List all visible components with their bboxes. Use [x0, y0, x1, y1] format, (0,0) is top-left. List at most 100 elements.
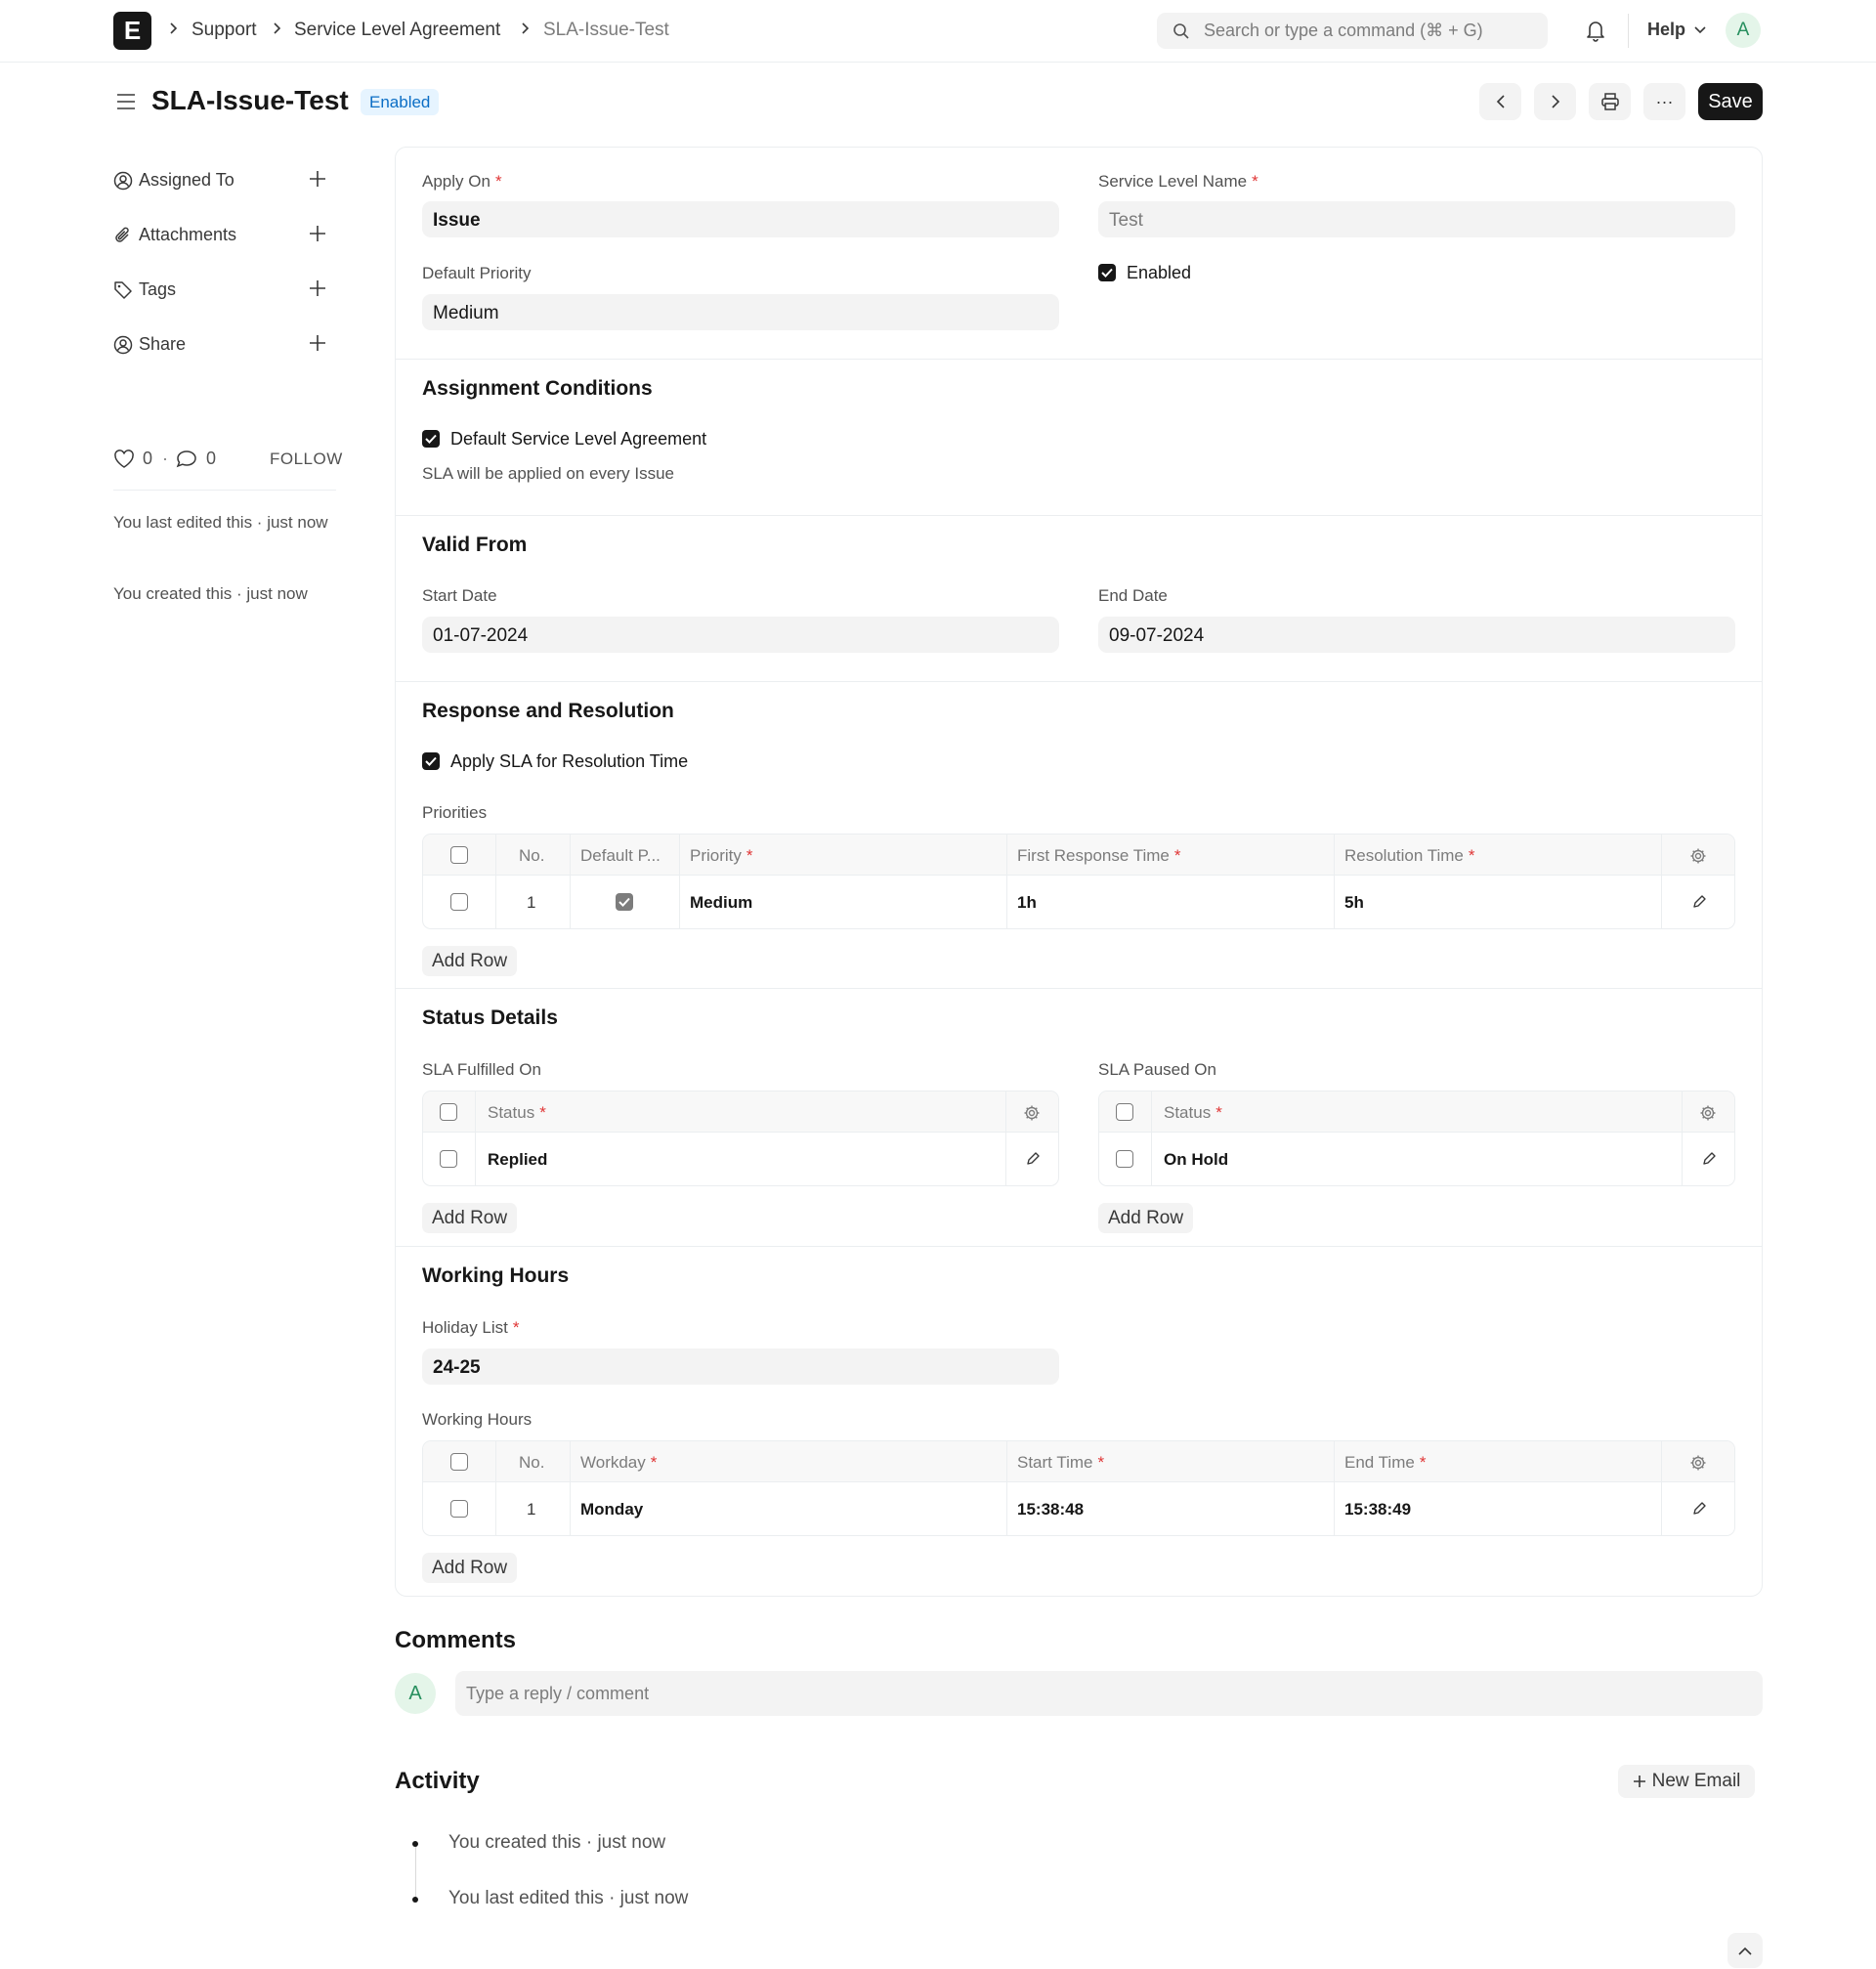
select-all-checkbox[interactable] — [1116, 1103, 1133, 1121]
search-placeholder: Search or type a command (⌘ + G) — [1204, 21, 1483, 40]
status-badge: Enabled — [361, 89, 440, 115]
next-record-button[interactable] — [1534, 83, 1576, 120]
sidebar-item-label: Assigned To — [139, 170, 234, 190]
like-count: 0 — [143, 449, 153, 468]
select-all-checkbox[interactable] — [440, 1103, 457, 1121]
previous-record-button[interactable] — [1479, 83, 1521, 120]
search-icon — [1173, 23, 1189, 39]
service-level-name-field[interactable]: Test — [1098, 201, 1735, 237]
edit-icon[interactable] — [1025, 1151, 1041, 1167]
apply-on-label: Apply On * — [422, 172, 502, 191]
priority-cell[interactable]: Medium — [690, 893, 752, 913]
add-row-button-working-hours[interactable]: Add Row — [422, 1553, 518, 1583]
default-priority-field[interactable]: Medium — [422, 294, 1059, 330]
select-all-checkbox[interactable] — [450, 1453, 468, 1471]
timeline-dot — [412, 1897, 418, 1903]
end-date-field[interactable]: 09-07-2024 — [1098, 617, 1735, 653]
breadcrumb-service-level-agreement[interactable]: Service Level Agreement — [294, 20, 500, 41]
user-avatar[interactable]: A — [1726, 13, 1761, 48]
sidebar-item-share[interactable]: Share — [113, 330, 338, 360]
scroll-to-top-button[interactable] — [1727, 1933, 1763, 1968]
bell-icon[interactable] — [1585, 19, 1606, 42]
comments-title: Comments — [395, 1627, 517, 1653]
plus-icon — [1633, 1776, 1645, 1787]
row-checkbox[interactable] — [440, 1150, 457, 1168]
breadcrumb-support[interactable]: Support — [192, 20, 257, 41]
holiday-list-field[interactable]: 24-25 — [422, 1348, 1059, 1385]
default-priority-checkbox[interactable] — [616, 893, 633, 911]
edit-icon[interactable] — [1691, 894, 1707, 910]
start-time-cell[interactable]: 15:38:48 — [1017, 1500, 1084, 1520]
follow-button[interactable]: FOLLOW — [270, 449, 343, 469]
app-logo[interactable]: E — [113, 12, 151, 50]
comment-count: 0 — [206, 449, 217, 468]
sidebar-item-assigned-to[interactable]: Assigned To — [113, 166, 338, 195]
holiday-list-label: Holiday List * — [422, 1318, 520, 1337]
gear-icon[interactable] — [1699, 1104, 1717, 1122]
row-checkbox[interactable] — [1116, 1150, 1133, 1168]
gear-icon[interactable] — [1023, 1104, 1041, 1122]
chevron-right-icon — [170, 22, 178, 34]
priorities-label: Priorities — [422, 803, 488, 822]
new-email-button[interactable]: New Email — [1618, 1765, 1755, 1798]
apply-sla-resolution-checkbox[interactable] — [422, 752, 440, 770]
plus-icon[interactable] — [309, 334, 326, 352]
plus-icon[interactable] — [309, 225, 326, 242]
sla-fulfilled-on-label: SLA Fulfilled On — [422, 1060, 541, 1079]
status-cell[interactable]: On Hold — [1164, 1150, 1228, 1170]
start-date-field[interactable]: 01-07-2024 — [422, 617, 1059, 653]
save-button[interactable]: Save — [1698, 83, 1763, 120]
sidebar-item-label: Attachments — [139, 225, 237, 244]
select-all-checkbox[interactable] — [450, 846, 468, 864]
column-header-end-time: End Time * — [1344, 1453, 1427, 1472]
plus-icon[interactable] — [309, 279, 326, 297]
gear-icon[interactable] — [1689, 1454, 1707, 1472]
column-header-resolution-time: Resolution Time * — [1344, 846, 1475, 865]
breadcrumb-current: SLA-Issue-Test — [543, 20, 669, 40]
assign-icon — [113, 171, 133, 191]
working-hours-table-label: Working Hours — [422, 1410, 533, 1429]
enabled-checkbox[interactable] — [1098, 264, 1116, 281]
add-row-button-fulfilled[interactable]: Add Row — [422, 1203, 518, 1233]
column-header-status: Status * — [1164, 1103, 1222, 1122]
row-checkbox[interactable] — [450, 893, 468, 911]
search-input[interactable]: Search or type a command (⌘ + G) — [1157, 13, 1548, 49]
end-date-label: End Date — [1098, 586, 1168, 605]
section-divider — [396, 359, 1762, 360]
sidebar-item-attachments[interactable]: Attachments — [113, 221, 338, 250]
add-row-button-paused[interactable]: Add Row — [1098, 1203, 1194, 1233]
top-navbar: E Support Service Level Agreement SLA-Is… — [0, 0, 1876, 63]
status-cell[interactable]: Replied — [488, 1150, 547, 1170]
row-number: 1 — [527, 1500, 536, 1519]
column-header-status: Status * — [488, 1103, 546, 1122]
status-details-title: Status Details — [422, 1006, 558, 1029]
workday-cell[interactable]: Monday — [580, 1500, 643, 1520]
column-header-first-response-time: First Response Time * — [1017, 846, 1181, 865]
chevron-down-icon[interactable] — [1694, 26, 1706, 34]
row-checkbox[interactable] — [450, 1500, 468, 1518]
edit-icon[interactable] — [1691, 1501, 1707, 1517]
default-sla-help: SLA will be applied on every Issue — [422, 464, 674, 483]
resolution-time-cell[interactable]: 5h — [1344, 893, 1364, 913]
sidebar-item-tags[interactable]: Tags — [113, 276, 338, 305]
plus-icon[interactable] — [309, 170, 326, 188]
heart-icon[interactable] — [113, 449, 135, 469]
add-row-button-priorities[interactable]: Add Row — [422, 946, 518, 976]
print-button[interactable] — [1589, 83, 1631, 120]
end-time-cell[interactable]: 15:38:49 — [1344, 1500, 1411, 1520]
default-sla-checkbox[interactable] — [422, 430, 440, 448]
activity-item: You last edited this · just now — [448, 1888, 689, 1908]
gear-icon[interactable] — [1689, 847, 1707, 865]
section-divider — [396, 988, 1762, 989]
comment-input[interactable]: Type a reply / comment — [455, 1671, 1763, 1716]
apply-on-field[interactable]: Issue — [422, 201, 1059, 237]
comment-icon[interactable] — [176, 449, 197, 469]
more-actions-button[interactable]: ··· — [1643, 83, 1685, 120]
edit-icon[interactable] — [1701, 1151, 1717, 1167]
response-resolution-title: Response and Resolution — [422, 700, 674, 722]
help-menu[interactable]: Help — [1647, 20, 1685, 40]
sla-paused-on-label: SLA Paused On — [1098, 1060, 1216, 1079]
first-response-time-cell[interactable]: 1h — [1017, 893, 1037, 913]
column-header-no: No. — [519, 846, 545, 865]
sidebar-toggle-icon[interactable] — [115, 92, 137, 111]
